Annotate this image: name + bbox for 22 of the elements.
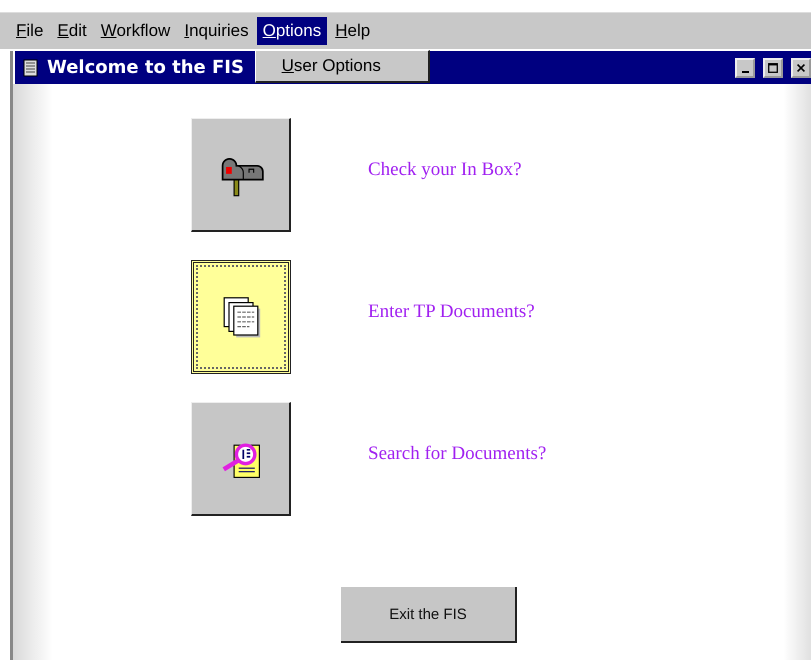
close-icon <box>795 62 807 74</box>
minimize-icon <box>742 71 748 73</box>
minimize-button[interactable] <box>735 58 755 78</box>
menu-item[interactable]: Inquiries <box>178 17 255 45</box>
close-button[interactable] <box>791 58 811 78</box>
menu-item[interactable]: Options <box>256 17 328 45</box>
maximize-icon <box>767 62 779 74</box>
action-label: Enter TP Documents? <box>368 300 535 322</box>
documents-button[interactable] <box>191 260 291 374</box>
menu-item[interactable]: Edit <box>51 17 93 45</box>
window-title: Welcome to the FIS <box>47 57 244 78</box>
maximize-button[interactable] <box>763 58 783 78</box>
menu-item[interactable]: File <box>10 17 50 45</box>
inbox-button[interactable] <box>191 118 291 232</box>
exit-button[interactable]: Exit the FIS <box>341 587 517 643</box>
document-icon <box>23 58 39 76</box>
action-label: Check your In Box? <box>368 158 522 180</box>
search-button[interactable] <box>191 402 291 516</box>
menu-option[interactable]: User Options <box>256 54 381 78</box>
menu-item[interactable]: Workflow <box>94 17 176 45</box>
action-label: Search for Documents? <box>368 442 546 464</box>
menu-item[interactable]: Help <box>329 17 376 45</box>
